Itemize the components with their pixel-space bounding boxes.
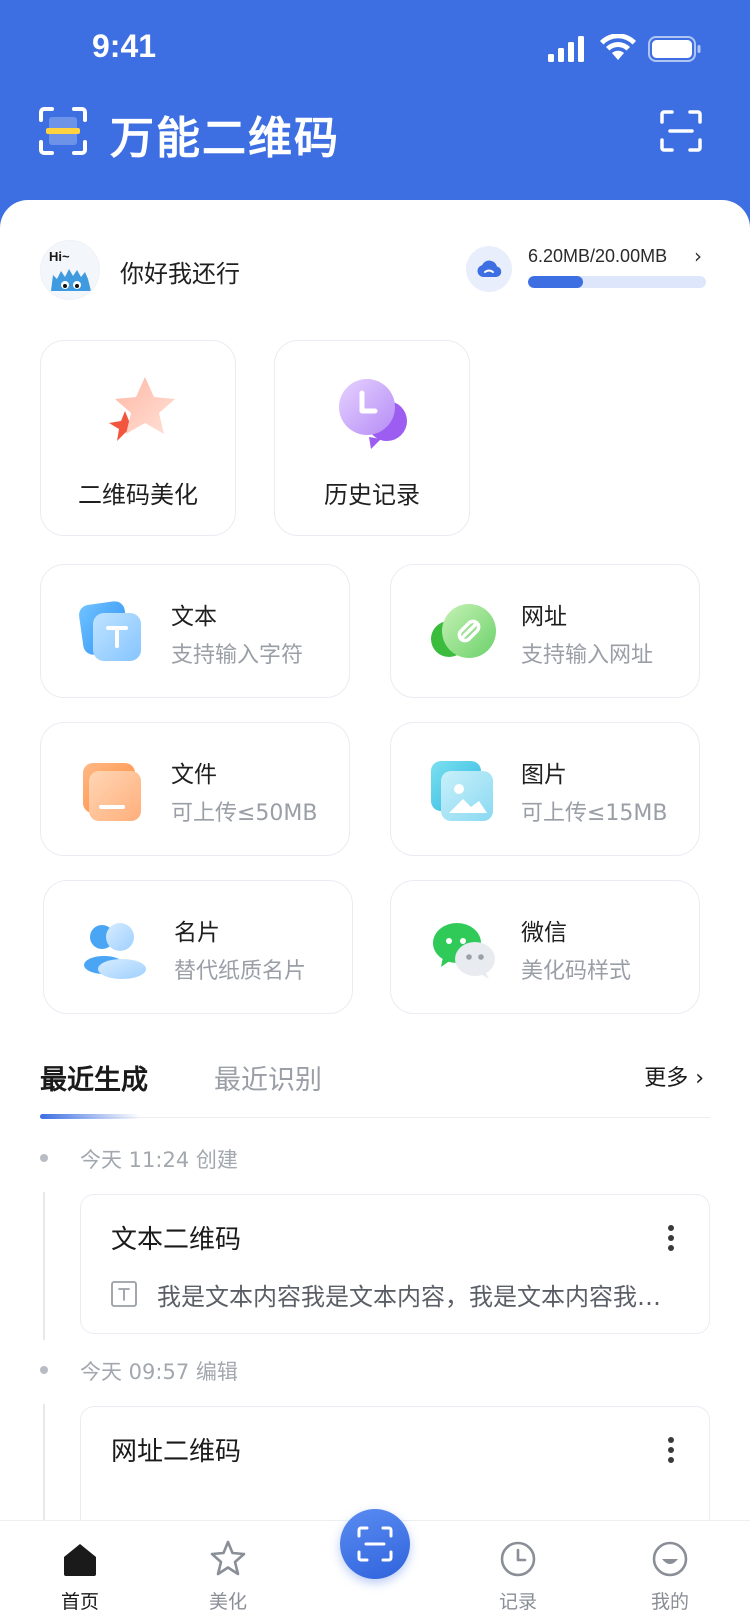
nav-home[interactable]: 首页	[20, 1521, 140, 1624]
type-title: 微信	[521, 920, 567, 946]
bottom-nav: 首页 美化 记录 我的	[0, 1509, 750, 1624]
records-tabs: 最近生成 最近识别 更多 ›	[40, 1058, 710, 1119]
record-title: 网址二维码	[111, 1437, 242, 1467]
timeline-dot	[40, 1366, 48, 1374]
nav-mine[interactable]: 我的	[610, 1521, 730, 1624]
record-card[interactable]: 文本二维码 我是文本内容我是文本内容，我是文本内容我是文本内容	[80, 1194, 710, 1334]
type-subtitle: 可上传≤50MB	[171, 801, 318, 826]
storage-progress-bar	[528, 276, 706, 288]
feature-beautify[interactable]: 二维码美化	[40, 340, 236, 536]
type-title: 图片	[521, 762, 567, 788]
clock-icon	[500, 1541, 536, 1577]
type-title: 文本	[171, 604, 217, 630]
more-link[interactable]: 更多 ›	[644, 1060, 704, 1092]
user-row: Hi~ 你好我还行 6.20MB/20.00MB ›	[40, 240, 710, 300]
qr-logo-icon	[39, 107, 87, 155]
type-card-image[interactable]: 图片 可上传≤15MB	[390, 722, 700, 856]
scan-icon	[357, 1526, 393, 1562]
feature-label: 历史记录	[324, 481, 420, 509]
feature-history[interactable]: 历史记录	[274, 340, 470, 536]
cloud-icon	[477, 260, 502, 277]
nav-label: 记录	[498, 1591, 537, 1613]
record-date: 今天 11:24 创建	[80, 1148, 238, 1172]
status-bar: 9:41	[0, 0, 750, 100]
record-title: 文本二维码	[111, 1225, 242, 1255]
star-icon	[109, 377, 175, 441]
record-date: 今天 09:57 编辑	[80, 1360, 238, 1384]
link-icon	[431, 604, 496, 658]
type-card-url[interactable]: 网址 支持输入网址	[390, 564, 700, 698]
timeline-dot	[40, 1154, 48, 1162]
nav-beautify[interactable]: 美化	[168, 1521, 288, 1624]
wifi-icon	[600, 34, 636, 60]
star-outline-icon	[210, 1540, 246, 1576]
cloud-storage-badge[interactable]	[466, 246, 512, 292]
image-icon	[431, 761, 493, 821]
status-time: 9:41	[92, 28, 157, 64]
nav-label: 首页	[60, 1591, 99, 1613]
avatar-monster-icon: Hi~	[49, 249, 91, 291]
svg-text:Hi~: Hi~	[49, 249, 70, 264]
text-type-icon	[111, 1281, 137, 1307]
type-card-text[interactable]: 文本 支持输入字符	[40, 564, 350, 698]
type-title: 文件	[171, 762, 217, 788]
nav-label: 美化	[208, 1591, 247, 1613]
nav-scan-button[interactable]	[340, 1509, 410, 1579]
type-card-wechat[interactable]: 微信 美化码样式	[390, 880, 700, 1014]
more-vertical-icon[interactable]	[667, 1437, 675, 1465]
avatar[interactable]: Hi~	[40, 240, 100, 300]
type-subtitle: 美化码样式	[521, 959, 632, 984]
type-title: 网址	[521, 604, 567, 630]
tab-indicator	[40, 1114, 140, 1119]
type-card-contact[interactable]: 名片 替代纸质名片	[43, 880, 353, 1014]
username: 你好我还行	[120, 260, 240, 288]
type-title: 名片	[174, 920, 220, 946]
chevron-right-icon[interactable]: ›	[694, 244, 702, 268]
contact-icon	[84, 923, 146, 979]
folder-icon	[83, 763, 141, 821]
type-subtitle: 替代纸质名片	[174, 959, 307, 984]
tab-recent-scanned[interactable]: 最近识别	[214, 1058, 322, 1097]
chat-bubble-icon	[339, 379, 407, 449]
storage-text[interactable]: 6.20MB/20.00MB	[528, 246, 667, 267]
nav-records[interactable]: 记录	[458, 1521, 578, 1624]
type-subtitle: 支持输入字符	[171, 643, 304, 668]
main-sheet: Hi~ 你好我还行 6.20MB/20.00MB › 二维码美化 历史记录 文本…	[0, 200, 750, 1624]
type-subtitle: 支持输入网址	[521, 643, 654, 668]
more-vertical-icon[interactable]	[667, 1225, 675, 1253]
scan-icon[interactable]	[660, 110, 702, 152]
app-title: 万能二维码	[110, 113, 340, 164]
tab-recent-generated[interactable]: 最近生成	[40, 1058, 148, 1097]
record-preview: 我是文本内容我是文本内容，我是文本内容我是文本内容	[157, 1283, 667, 1311]
nav-label: 我的	[650, 1591, 689, 1613]
feature-label: 二维码美化	[78, 481, 198, 509]
text-icon	[79, 601, 141, 661]
storage-progress-fill	[528, 276, 584, 288]
signal-icon	[548, 36, 584, 62]
type-subtitle: 可上传≤15MB	[521, 801, 668, 826]
wechat-icon	[433, 923, 495, 979]
battery-icon	[648, 36, 701, 62]
timeline-line	[43, 1192, 45, 1340]
home-icon	[64, 1544, 96, 1576]
app-header: 万能二维码	[0, 100, 750, 200]
profile-face-icon	[652, 1541, 688, 1577]
type-card-file[interactable]: 文件 可上传≤50MB	[40, 722, 350, 856]
